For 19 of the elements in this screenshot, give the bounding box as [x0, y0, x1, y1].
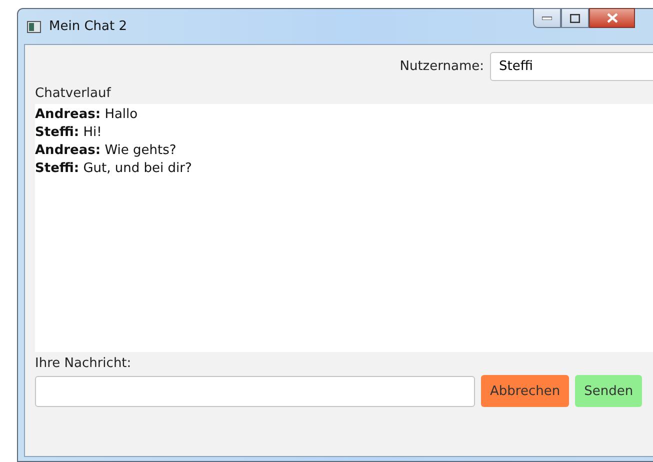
chat-message: Steffi: Gut, und bei dir?	[35, 160, 193, 178]
chat-message: Steffi: Hi!	[35, 124, 103, 142]
chat-history-label: Chatverlauf	[35, 86, 111, 101]
close-icon	[606, 13, 618, 23]
username-label: Nutzername:	[400, 59, 484, 74]
minimize-icon	[542, 16, 552, 20]
action-button[interactable]: Abbrechen	[481, 375, 570, 407]
maximize-button[interactable]	[561, 8, 589, 28]
restore-icon	[570, 14, 580, 22]
minimize-button[interactable]	[533, 8, 561, 28]
message-field[interactable]	[35, 376, 475, 406]
chat-message: Andreas: Hallo	[35, 106, 139, 124]
action-button[interactable]: Senden	[575, 375, 642, 407]
chat-message: Andreas: Wie gehts?	[35, 142, 178, 160]
close-button[interactable]	[589, 8, 635, 28]
window-icon	[27, 20, 41, 32]
username-field[interactable]: Steffi	[490, 52, 653, 81]
message-label: Ihre Nachricht:	[35, 356, 132, 371]
window-title: Mein Chat 2	[49, 19, 127, 34]
